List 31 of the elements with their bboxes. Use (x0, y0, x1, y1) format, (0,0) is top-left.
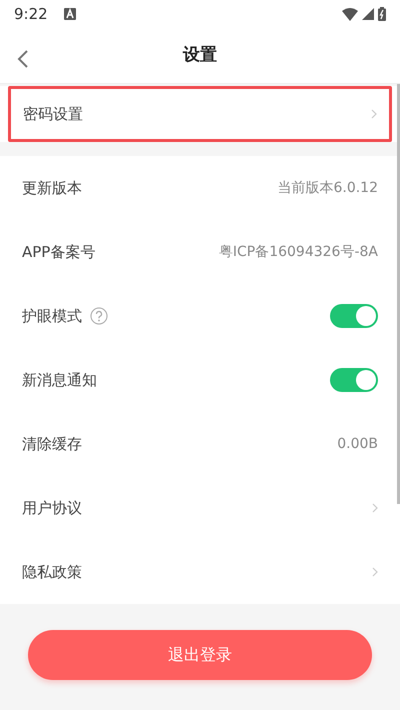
setting-row[interactable]: 密码设置 (8, 86, 392, 142)
toggle-switch[interactable] (330, 368, 378, 392)
signal-icon (362, 8, 374, 20)
setting-label: 新消息通知 (22, 370, 97, 391)
setting-label: 隐私政策 (22, 562, 82, 583)
setting-value: 0.00B (337, 434, 378, 454)
chevron-icon (372, 567, 378, 577)
battery-icon (378, 7, 386, 21)
setting-value: 当前版本6.0.12 (277, 178, 378, 198)
setting-row[interactable]: 更新版本 当前版本6.0.12 (0, 156, 400, 220)
wifi-icon (342, 8, 358, 20)
setting-row[interactable]: 隐私政策 (0, 540, 400, 604)
setting-label: 清除缓存 (22, 434, 82, 455)
setting-row[interactable]: 护眼模式 (0, 284, 400, 348)
notification-icon (64, 8, 76, 20)
setting-row[interactable]: APP备案号 粤ICP备16094326号-8A (0, 220, 400, 284)
setting-value: 粤ICP备16094326号-8A (218, 242, 378, 262)
setting-label: APP备案号 (22, 242, 96, 263)
setting-row[interactable]: 新消息通知 (0, 348, 400, 412)
page-title: 设置 (183, 45, 217, 66)
help-icon[interactable] (90, 307, 108, 325)
status-time: 9:22 (14, 4, 48, 25)
setting-row[interactable]: 清除缓存 0.00B (0, 412, 400, 476)
chevron-icon (371, 109, 377, 119)
setting-label: 护眼模式 (22, 306, 82, 327)
setting-label: 更新版本 (22, 178, 82, 199)
chevron-icon (372, 503, 378, 513)
setting-label: 密码设置 (23, 104, 83, 125)
toggle-switch[interactable] (330, 304, 378, 328)
setting-label: 用户协议 (22, 498, 82, 519)
setting-row[interactable]: 用户协议 (0, 476, 400, 540)
